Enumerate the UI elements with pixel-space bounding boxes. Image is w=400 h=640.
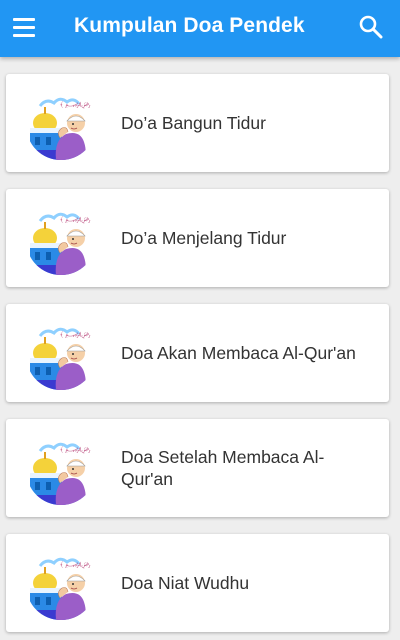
list-item[interactable]: Do’a Bangun Tidur (6, 74, 389, 172)
list-item[interactable]: Doa Setelah Membaca Al-Qur'an (6, 419, 389, 517)
praying-boy-image (26, 550, 96, 620)
list-item[interactable]: Do’a Menjelang Tidur (6, 189, 389, 287)
list-item-label: Doa Setelah Membaca Al-Qur'an (121, 447, 325, 489)
page-title: Kumpulan Doa Pendek (74, 14, 305, 37)
list-item-label: Doa Niat Wudhu (121, 573, 250, 593)
search-icon[interactable] (358, 14, 384, 40)
list-item-label: Do’a Bangun Tidur (121, 113, 266, 133)
praying-boy-image (26, 205, 96, 275)
praying-boy-image (26, 320, 96, 390)
list-item[interactable]: Doa Akan Membaca Al-Qur'an (6, 304, 389, 402)
list-item[interactable]: Doa Niat Wudhu (6, 534, 389, 632)
praying-boy-image (26, 90, 96, 160)
list-item-label: Do’a Menjelang Tidur (121, 228, 287, 248)
list-item-label: Doa Akan Membaca Al-Qur'an (121, 343, 356, 363)
hamburger-menu-icon[interactable] (12, 16, 36, 40)
app-bar: Kumpulan Doa Pendek (0, 0, 400, 57)
praying-boy-image (26, 435, 96, 505)
